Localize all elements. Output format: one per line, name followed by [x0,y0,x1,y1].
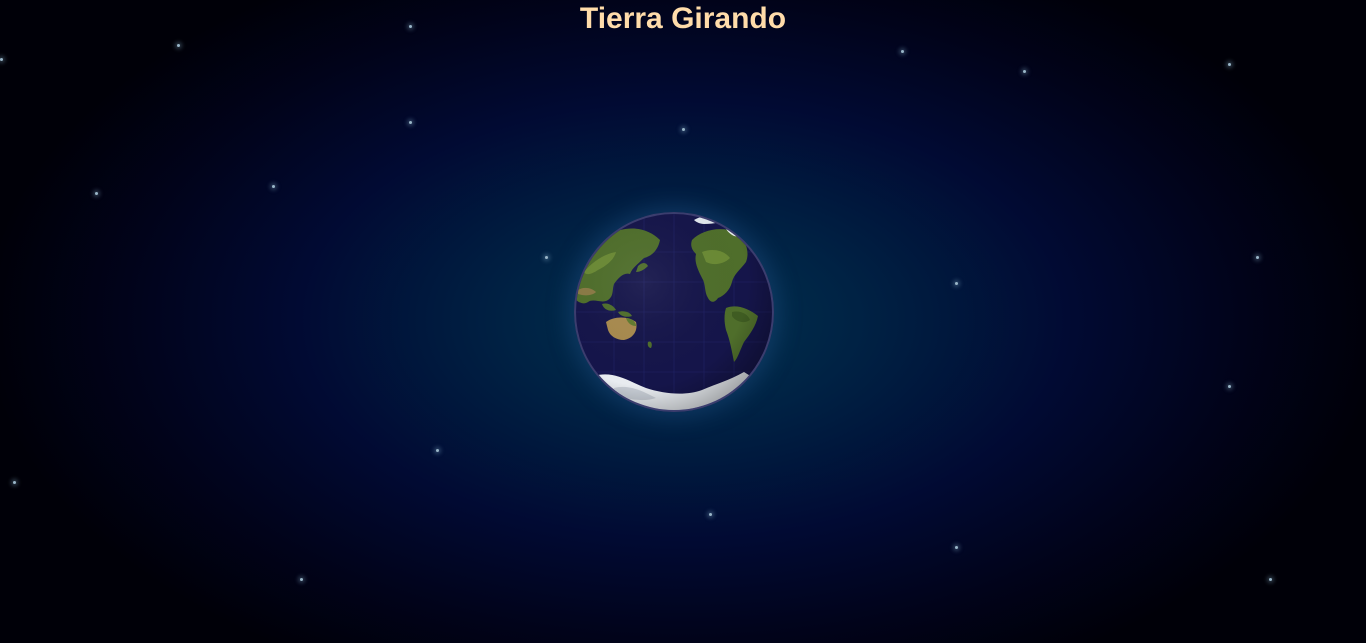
star [1256,256,1259,259]
star [1228,63,1231,66]
star [1228,385,1231,388]
earth-globe [574,212,774,412]
earth-icon [574,212,774,412]
star [300,578,303,581]
star [901,50,904,53]
star [409,121,412,124]
star [1269,578,1272,581]
star [955,282,958,285]
star [955,546,958,549]
star [1023,70,1026,73]
star [682,128,685,131]
star [13,481,16,484]
star [545,256,548,259]
star [436,449,439,452]
star [709,513,712,516]
star [0,58,3,61]
star [409,25,412,28]
star [95,192,98,195]
page-title: Tierra Girando [579,2,787,35]
star [272,185,275,188]
space-background: Tierra Girando [0,0,1366,643]
star [177,44,180,47]
